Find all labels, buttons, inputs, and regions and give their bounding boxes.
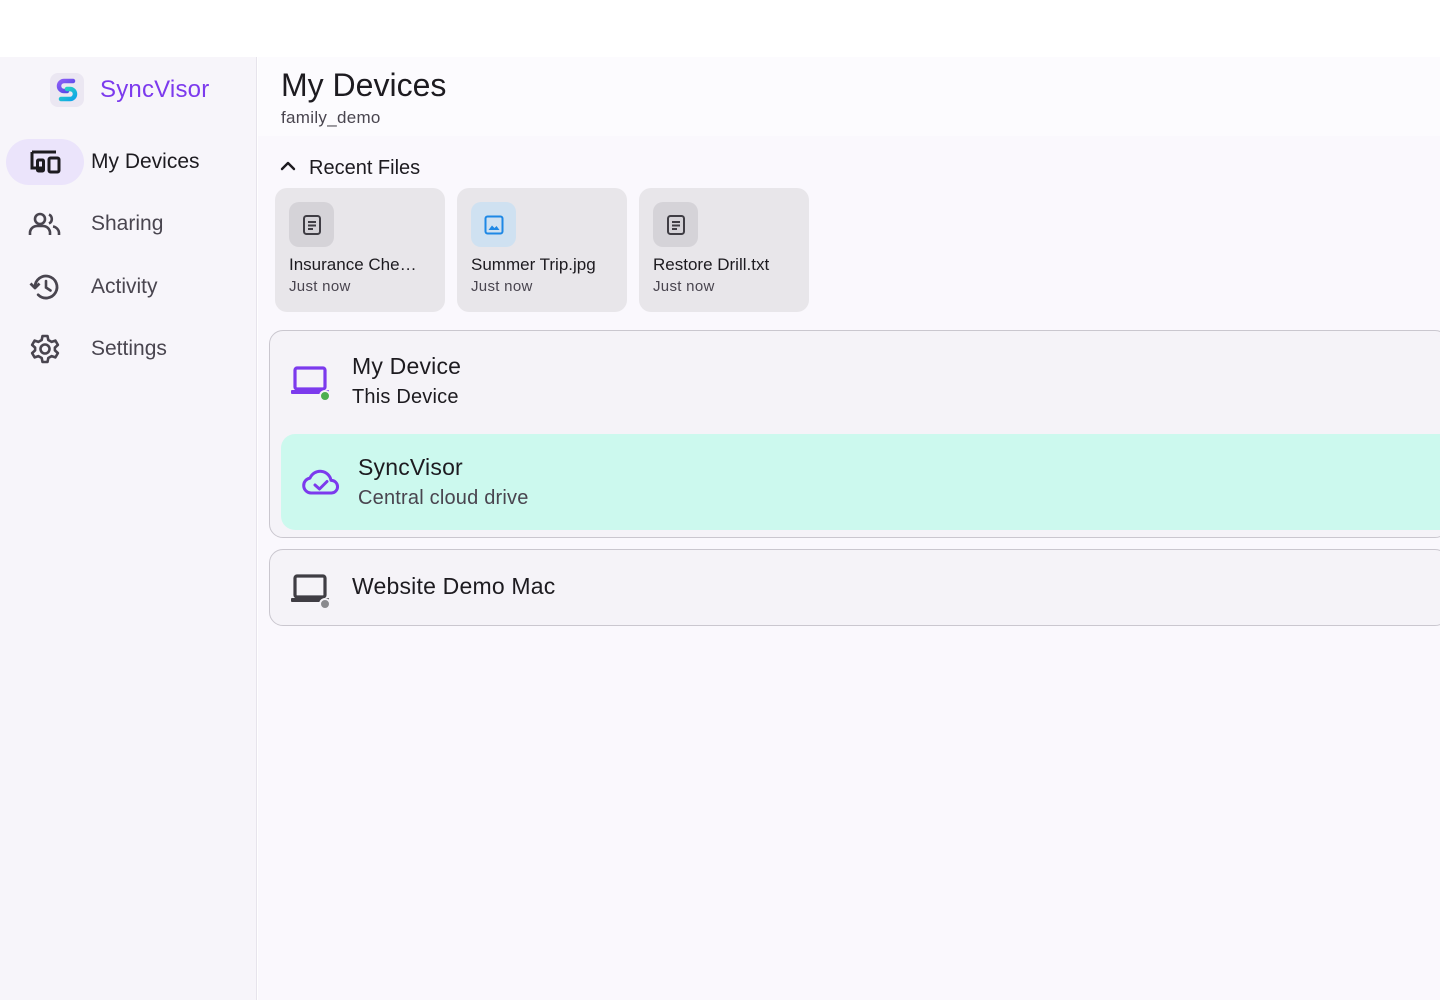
file-time: Just now: [471, 278, 533, 295]
file-name: Summer Trip.jpg: [471, 255, 596, 274]
recent-file-card[interactable]: Insurance Che… Just now: [275, 188, 445, 312]
sidebar-item-settings[interactable]: Settings: [6, 326, 246, 372]
device-name: SyncVisor: [358, 454, 463, 480]
device-subtitle: This Device: [352, 386, 459, 408]
laptop-icon: [288, 567, 332, 611]
document-icon: [653, 202, 698, 247]
file-name: Insurance Che…: [289, 255, 417, 274]
online-status-dot: [319, 390, 331, 402]
chevron-up-icon: [278, 156, 298, 181]
recent-files-toggle[interactable]: Recent Files: [278, 153, 420, 183]
file-name: Restore Drill.txt: [653, 255, 770, 274]
laptop-icon: [288, 359, 332, 403]
recent-file-card[interactable]: Summer Trip.jpg Just now: [457, 188, 627, 312]
history-icon: [6, 264, 84, 310]
device-group: My Device This Device SyncVisor Central …: [269, 330, 1440, 538]
devices-icon: [6, 139, 84, 185]
page-header: My Devices family_demo: [258, 57, 1440, 136]
sidebar-item-label: Settings: [91, 337, 167, 360]
sidebar-item-label: My Devices: [91, 150, 200, 173]
image-icon: [471, 202, 516, 247]
device-row-website-demo-mac[interactable]: Website Demo Mac: [270, 550, 1440, 627]
sidebar-item-label: Activity: [91, 275, 158, 298]
top-bar: [0, 0, 1440, 57]
device-subtitle: Central cloud drive: [358, 487, 529, 509]
offline-status-dot: [319, 598, 331, 610]
file-time: Just now: [653, 278, 715, 295]
device-row-my-device[interactable]: My Device This Device: [270, 331, 1440, 431]
device-row-cloud[interactable]: SyncVisor Central cloud drive: [281, 434, 1440, 530]
app-name: SyncVisor: [100, 76, 210, 103]
account-name: family_demo: [281, 108, 381, 127]
sidebar: SyncVisor My Devices Sharing Activity Se…: [0, 57, 257, 1000]
recent-files-label: Recent Files: [309, 156, 421, 179]
device-name: Website Demo Mac: [352, 573, 556, 599]
main-content: My Devices family_demo Recent Files Insu…: [258, 57, 1440, 1000]
brand[interactable]: SyncVisor: [50, 73, 209, 107]
syncvisor-logo-icon: [50, 73, 84, 107]
device-group: Website Demo Mac: [269, 549, 1440, 626]
document-icon: [289, 202, 334, 247]
people-icon: [6, 201, 84, 247]
sidebar-item-my-devices[interactable]: My Devices: [6, 139, 246, 185]
cloud-check-icon: [299, 460, 343, 504]
gear-icon: [6, 326, 84, 372]
recent-file-card[interactable]: Restore Drill.txt Just now: [639, 188, 809, 312]
sidebar-item-activity[interactable]: Activity: [6, 264, 246, 310]
sidebar-item-label: Sharing: [91, 212, 164, 235]
sidebar-item-sharing[interactable]: Sharing: [6, 201, 246, 247]
device-name: My Device: [352, 353, 462, 379]
file-time: Just now: [289, 278, 351, 295]
page-title: My Devices: [281, 67, 447, 103]
